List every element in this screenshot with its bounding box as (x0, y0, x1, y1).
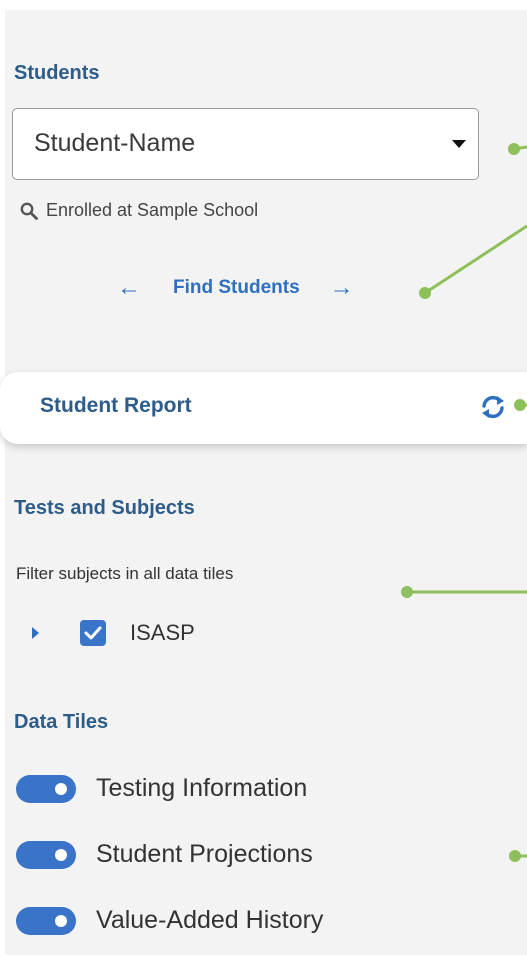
testing-information-label: Testing Information (96, 774, 308, 802)
expand-caret-icon[interactable] (32, 627, 39, 639)
testing-information-toggle[interactable] (16, 774, 76, 803)
find-students-nav: ← Find Students → (117, 274, 354, 302)
student-report-label: Student Report (40, 394, 192, 417)
arrow-left-icon[interactable]: ← (117, 274, 141, 302)
tests-subjects-heading: Tests and Subjects (14, 497, 195, 519)
enrollment-filter: Enrolled at Sample School (20, 200, 258, 221)
checkmark-icon (84, 626, 102, 640)
data-tiles-heading: Data Tiles (14, 711, 109, 733)
value-added-history-toggle[interactable] (16, 906, 76, 935)
value-added-history-label: Value-Added History (96, 906, 324, 934)
find-students-link[interactable]: Find Students (173, 277, 300, 299)
isasp-checkbox[interactable] (80, 620, 106, 646)
enrolled-text: Enrolled at Sample School (46, 200, 259, 220)
selected-student-value: Student-Name (34, 129, 196, 157)
chevron-down-icon (452, 140, 466, 148)
subject-row-isasp: ISASP (32, 620, 195, 646)
student-projections-label: Student Projections (96, 840, 313, 868)
students-heading: Students (14, 62, 100, 84)
student-select-dropdown[interactable]: Student-Name (12, 108, 479, 180)
student-projections-toggle[interactable] (16, 840, 76, 869)
tile-row-value-added-history: Value-Added History (16, 906, 323, 935)
refresh-icon[interactable] (478, 392, 508, 422)
arrow-right-icon[interactable]: → (330, 274, 354, 302)
search-icon (20, 202, 38, 220)
tile-row-student-projections: Student Projections (16, 840, 313, 869)
filter-description: Filter subjects in all data tiles (16, 564, 234, 583)
isasp-label: ISASP (130, 620, 195, 645)
tile-row-testing-information: Testing Information (16, 774, 307, 803)
student-report-card[interactable]: Student Report (0, 372, 527, 444)
